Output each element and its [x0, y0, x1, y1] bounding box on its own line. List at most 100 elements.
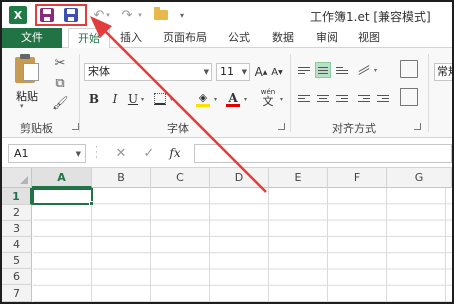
fill-color-button[interactable]: ◈ [194, 90, 212, 108]
enter-formula-button[interactable]: ✓ [140, 144, 158, 163]
paste-button[interactable] [15, 54, 41, 84]
paint-bucket-icon: ◈ [198, 90, 208, 104]
ribbon-home: 粘贴 ▾ ✂ ⧉ 🖌 剪贴板 宋体 ▼ 11 ▼ A ▲ A ▼ B I U ▾ ▾… [2, 48, 452, 138]
name-box[interactable]: A1 ▼ [8, 144, 86, 163]
fill-handle[interactable] [89, 201, 94, 206]
alignment-group-label: 对齐方式 [332, 122, 376, 135]
font-name-value: 宋体 [88, 65, 110, 78]
active-cell[interactable] [32, 188, 93, 205]
column-header[interactable]: E [269, 168, 328, 188]
align-left-button[interactable] [296, 90, 312, 106]
font-size-select[interactable]: 11 ▼ [216, 63, 250, 81]
tab-view[interactable]: 视图 [352, 28, 386, 48]
orientation-dropdown-icon[interactable]: ▾ [374, 67, 377, 74]
column-header[interactable]: B [92, 168, 151, 188]
font-size-value: 11 [220, 65, 234, 78]
column-header[interactable]: D [210, 168, 269, 188]
folder-icon [154, 7, 168, 20]
name-box-value: A1 [14, 147, 29, 160]
ribbon-tabs: 文件 开始 插入 页面布局 公式 数据 审阅 视图 [2, 28, 452, 49]
formula-bar: A1 ▼ · · · ✕ ✓ fx [2, 138, 452, 168]
decrease-font-button[interactable]: A ▼ [270, 63, 284, 81]
title-bar: X ↶ ▾ ↷ ▾ ▾ 工作簿1.et [兼容模式] [2, 2, 452, 28]
row-header[interactable]: 2 [2, 205, 32, 221]
worksheet-grid: A B C D E F G 1 2 3 4 5 6 7 [2, 168, 452, 302]
redo-button[interactable]: ↷ [118, 6, 136, 24]
tab-page-layout[interactable]: 页面布局 [156, 28, 214, 48]
undo-dropdown-icon[interactable]: ▾ [104, 6, 112, 24]
cancel-formula-button[interactable]: ✕ [112, 144, 130, 163]
window-title: 工作簿1.et [兼容模式] [310, 10, 431, 24]
column-header[interactable]: C [151, 168, 210, 188]
column-header[interactable]: F [328, 168, 387, 188]
insert-function-button[interactable]: fx [166, 144, 184, 163]
underline-button[interactable]: U [126, 90, 140, 108]
tab-data[interactable]: 数据 [266, 28, 300, 48]
row-header[interactable]: 4 [2, 237, 32, 253]
orientation-button[interactable] [356, 62, 372, 78]
column-header[interactable]: A [32, 168, 92, 188]
group-divider [290, 54, 291, 132]
font-group-label: 字体 [167, 122, 189, 135]
format-painter-button[interactable]: 🖌 [52, 96, 69, 112]
redo-dropdown-icon[interactable]: ▾ [136, 6, 144, 24]
paste-dropdown-icon[interactable]: ▾ [20, 102, 24, 110]
row-header[interactable]: 5 [2, 253, 32, 269]
tab-insert[interactable]: 插入 [114, 28, 148, 48]
select-all-button[interactable] [2, 168, 32, 188]
splitter-handle[interactable]: · · · [95, 144, 98, 163]
italic-button[interactable]: I [108, 90, 122, 108]
clip-icon [20, 54, 30, 59]
number-format-select[interactable]: 常规 [434, 63, 452, 81]
merge-center-button[interactable] [400, 88, 418, 106]
row-header[interactable]: 3 [2, 221, 32, 237]
column-header[interactable]: G [387, 168, 452, 188]
borders-dropdown-icon[interactable]: ▾ [170, 96, 173, 103]
font-color-letter: A [228, 90, 238, 105]
row-header[interactable]: 6 [2, 269, 32, 285]
clipboard-group-label: 剪贴板 [20, 122, 53, 135]
align-top-button[interactable] [296, 62, 312, 78]
open-button[interactable] [152, 6, 170, 24]
formula-input[interactable] [194, 144, 452, 163]
fill-color-swatch [196, 103, 210, 107]
fill-dropdown-icon[interactable]: ▾ [214, 96, 217, 103]
chevron-down-icon: ▼ [241, 68, 247, 76]
borders-button[interactable] [152, 90, 168, 108]
copy-button[interactable]: ⧉ [52, 76, 68, 92]
row-header[interactable]: 7 [2, 285, 32, 302]
font-color-dropdown-icon[interactable]: ▾ [244, 96, 247, 103]
app-logo-icon: X [9, 6, 27, 24]
align-right-button[interactable] [334, 90, 350, 106]
decrease-indent-button[interactable] [356, 90, 372, 106]
alignment-dialog-launcher-icon[interactable] [414, 123, 421, 130]
tab-review[interactable]: 审阅 [310, 28, 344, 48]
cell-area[interactable] [33, 188, 452, 302]
save-highlight-box [35, 4, 87, 26]
cut-button[interactable]: ✂ [52, 56, 68, 72]
increase-indent-button[interactable] [375, 90, 391, 106]
bold-button[interactable]: B [87, 90, 101, 108]
tab-home[interactable]: 开始 [68, 28, 110, 49]
font-name-select[interactable]: 宋体 ▼ [84, 63, 212, 81]
align-bottom-button[interactable] [334, 62, 350, 78]
align-center-button[interactable] [315, 90, 331, 106]
clipboard-dialog-launcher-icon[interactable] [72, 123, 79, 130]
spreadsheet-window: X ↶ ▾ ↷ ▾ ▾ 工作簿1.et [兼容模式] 文件 开始 插入 页面布局… [2, 2, 452, 302]
underline-dropdown-icon[interactable]: ▾ [141, 96, 144, 103]
font-color-button[interactable]: A [224, 90, 242, 108]
phonetic-dropdown-icon[interactable]: ▾ [280, 96, 283, 103]
phonetic-guide-button[interactable]: wén 文 [258, 88, 278, 108]
font-color-swatch [226, 103, 240, 107]
wrap-text-button[interactable] [400, 60, 418, 78]
paper-icon [23, 63, 39, 81]
align-middle-button[interactable] [315, 62, 331, 78]
tab-formulas[interactable]: 公式 [222, 28, 256, 48]
increase-font-button[interactable]: A ▲ [254, 63, 268, 81]
chevron-down-icon: ▼ [203, 68, 209, 76]
customize-qat-button[interactable]: ▾ [178, 6, 186, 24]
phonetic-char: 文 [262, 95, 274, 108]
tab-file[interactable]: 文件 [2, 28, 62, 48]
font-dialog-launcher-icon[interactable] [278, 123, 285, 130]
row-header[interactable]: 1 [2, 188, 32, 205]
